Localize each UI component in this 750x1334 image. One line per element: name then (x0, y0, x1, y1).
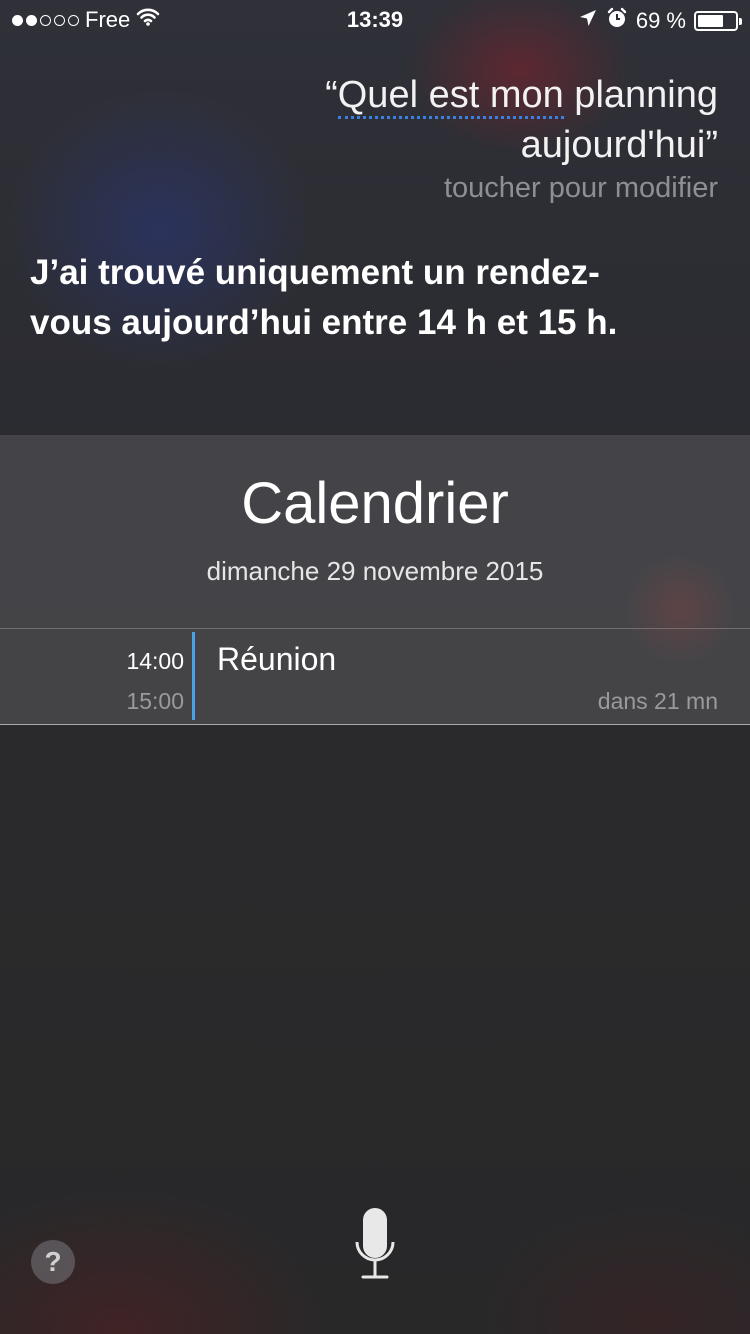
event-relative-time: dans 21 mn (597, 688, 718, 714)
query-line-1-rest: planning (563, 74, 718, 116)
query-line-2-text: aujourd'hui (520, 124, 706, 166)
open-quote: “ (325, 74, 338, 116)
divider (0, 724, 750, 725)
event-title: Réunion (217, 641, 337, 677)
location-icon (578, 8, 598, 34)
help-button[interactable]: ? (31, 1240, 75, 1284)
tap-to-edit-hint[interactable]: toucher pour modifier (444, 172, 718, 205)
query-line-2: aujourd'hui” (521, 124, 718, 166)
status-right: 69 % (578, 7, 742, 35)
event-color-bar (192, 632, 195, 720)
event-start-time: 14:00 (126, 648, 184, 674)
battery-icon (694, 11, 742, 31)
query-underlined-text: Quel est mon (337, 74, 564, 119)
close-quote: ” (705, 124, 718, 166)
calendar-title: Calendrier (241, 471, 509, 536)
query-line-1: “Quel est mon planning (158, 70, 718, 120)
status-bar: Free 13:39 69 % (0, 0, 750, 40)
siri-answer: J’ai trouvé uniquement un rendez-vous au… (30, 253, 618, 342)
siri-query[interactable]: “Quel est mon planning aujourd'hui” (158, 70, 718, 170)
battery-fill (698, 15, 723, 27)
calendar-event[interactable]: 14:00 15:00 Réunion dans 21 mn (0, 629, 750, 724)
microphone-icon[interactable] (355, 1208, 395, 1282)
alarm-icon (606, 7, 628, 35)
battery-percent: 69 % (635, 8, 686, 33)
calendar-date: dimanche 29 novembre 2015 (206, 556, 544, 586)
event-end-time: 15:00 (126, 688, 184, 714)
